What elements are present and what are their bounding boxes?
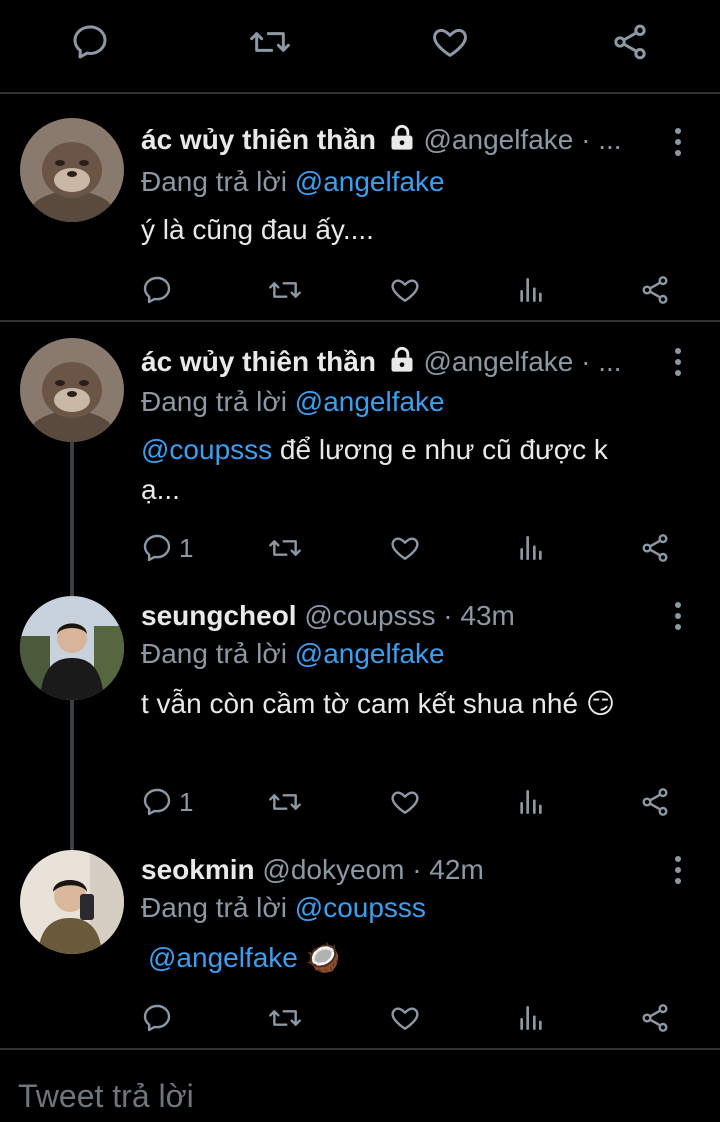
top-action-bar [0,0,720,88]
smirk-emoji: 😏 [585,688,616,719]
tweet-card[interactable]: ác wủy thiên thần @angelfake · ... Đang … [0,322,720,592]
divider [0,1048,720,1050]
replying-prefix: Đang trả lời [141,166,295,197]
replying-to: Đang trả lời @angelfake [141,166,445,198]
display-name: seungcheol [141,600,297,631]
tweet-text: @coupsss để lương e như cũ được k ạ... [141,430,681,510]
replying-prefix: Đang trả lời [141,386,295,417]
tweet-actions [141,270,691,310]
tweet-text: ý là cũng đau ấy.... [141,214,374,245]
reply-button[interactable]: 1 [141,528,193,568]
replying-to: Đang trả lời @angelfake [141,638,445,670]
avatar[interactable] [20,338,124,442]
heart-icon[interactable] [389,782,421,822]
reply-icon[interactable] [141,998,173,1038]
reply-button[interactable]: 1 [141,782,193,822]
replying-mention[interactable]: @angelfake [295,166,445,197]
retweet-icon[interactable] [267,998,303,1038]
text-content: để lương e như cũ được k [272,434,608,465]
reply-icon[interactable] [70,22,110,62]
analytics-icon[interactable] [515,782,547,822]
text-content-line2: ạ... [141,474,180,505]
tweet-author[interactable]: seungcheol @coupsss · 43m [141,600,515,632]
lock-icon [388,124,416,159]
more-vertical-icon[interactable] [670,346,686,378]
reply-icon[interactable] [141,270,173,310]
tweet-card[interactable]: ác wủy thiên thần @angelfake · ... Đang … [0,94,720,322]
reply-placeholder: Tweet trả lời [18,1078,194,1114]
reply-input[interactable]: Tweet trả lời [18,1078,194,1115]
replying-mention[interactable]: @angelfake [295,638,445,669]
reply-count: 1 [179,532,194,563]
analytics-icon[interactable] [515,528,547,568]
reply-count: 1 [179,786,194,817]
author-handle: @coupsss · 43m [304,600,515,631]
tweet-card[interactable]: seokmin @dokyeom · 42m Đang trả lời @cou… [0,846,720,1048]
tweet-actions [141,998,691,1038]
tweet-author[interactable]: ác wủy thiên thần @angelfake · ... [141,124,622,159]
coconut-emoji: 🥥 [305,942,341,973]
share-icon[interactable] [639,782,671,822]
share-icon[interactable] [639,998,671,1038]
author-handle: @angelfake · ... [423,346,622,377]
tweet-author[interactable]: ác wủy thiên thần @angelfake · ... [141,346,622,381]
replying-mention[interactable]: @coupsss [295,892,426,923]
replying-mention[interactable]: @angelfake [295,386,445,417]
avatar[interactable] [20,850,124,954]
retweet-icon[interactable] [267,528,303,568]
replying-to: Đang trả lời @angelfake [141,386,445,418]
tweet-author[interactable]: seokmin @dokyeom · 42m [141,854,484,886]
author-handle: @dokyeom · 42m [262,854,484,885]
heart-icon[interactable] [389,528,421,568]
retweet-icon[interactable] [267,782,303,822]
analytics-icon[interactable] [515,998,547,1038]
tweet-actions: 1 [141,782,691,822]
tweet-text: t vẫn còn cầm tờ cam kết shua nhé 😏 [141,684,681,724]
more-vertical-icon[interactable] [670,854,686,886]
tweet-actions: 1 [141,528,691,568]
display-name: seokmin [141,854,255,885]
more-vertical-icon[interactable] [670,600,686,632]
replying-prefix: Đang trả lời [141,892,295,923]
share-icon[interactable] [610,22,650,62]
heart-icon[interactable] [430,22,470,62]
share-icon[interactable] [639,270,671,310]
tweet-text: @angelfake 🥥 [148,938,688,978]
replying-prefix: Đang trả lời [141,638,295,669]
tweet-card[interactable]: seungcheol @coupsss · 43m Đang trả lời @… [0,592,720,846]
display-name: ác wủy thiên thần [141,124,376,155]
avatar[interactable] [20,118,124,222]
reply-icon [141,786,173,818]
text-mention[interactable]: @angelfake [148,942,298,973]
text-mention[interactable]: @coupsss [141,434,272,465]
heart-icon[interactable] [389,998,421,1038]
lock-icon [388,346,416,381]
more-vertical-icon[interactable] [670,126,686,158]
heart-icon[interactable] [389,270,421,310]
text-content: t vẫn còn cầm tờ cam kết shua nhé [141,688,579,719]
analytics-icon[interactable] [515,270,547,310]
share-icon[interactable] [639,528,671,568]
retweet-icon[interactable] [267,270,303,310]
avatar[interactable] [20,596,124,700]
replying-to: Đang trả lời @coupsss [141,892,426,924]
author-handle: @angelfake · ... [423,124,622,155]
retweet-icon[interactable] [248,22,292,62]
reply-icon [141,532,173,564]
display-name: ác wủy thiên thần [141,346,376,377]
